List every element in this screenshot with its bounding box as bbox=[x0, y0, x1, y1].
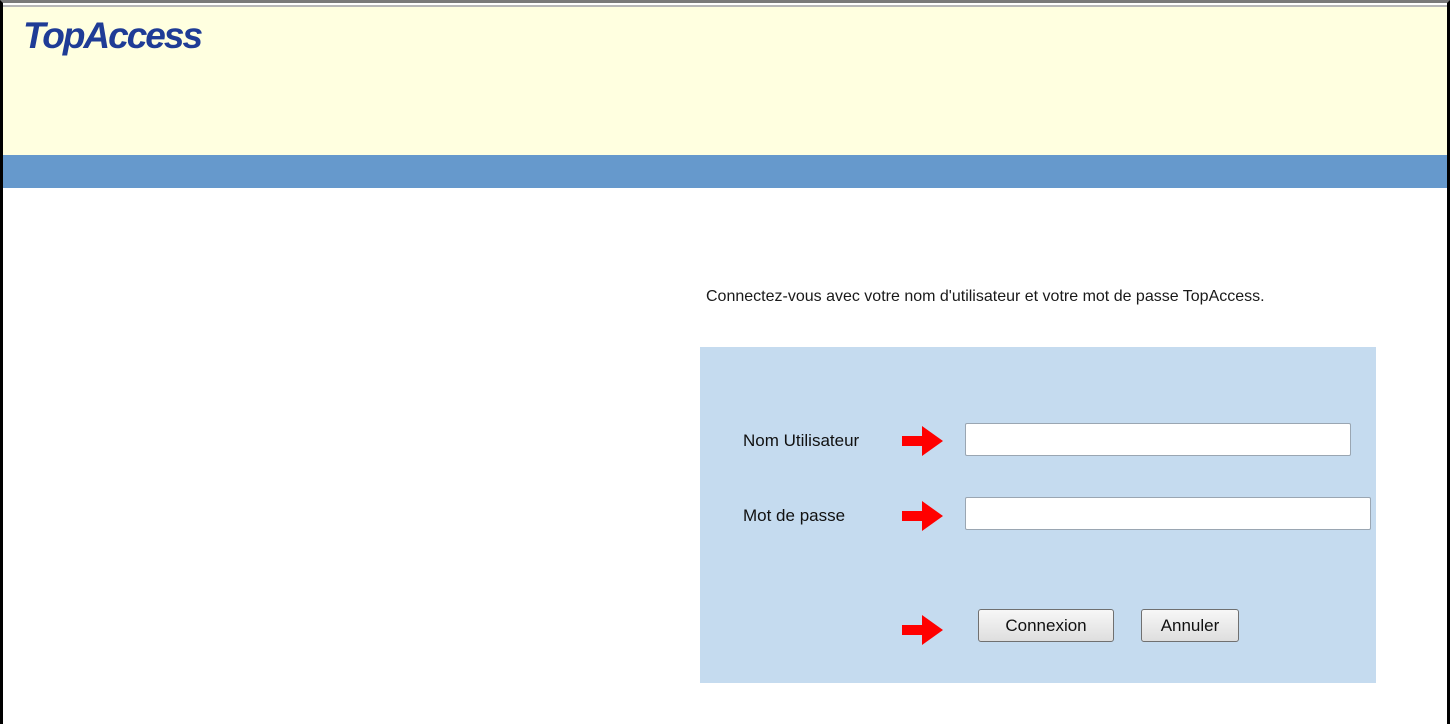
password-input[interactable] bbox=[965, 497, 1371, 530]
password-label: Mot de passe bbox=[743, 506, 846, 525]
login-panel: Nom Utilisateur Mot de passe Connexion A… bbox=[700, 347, 1376, 683]
red-arrow-icon bbox=[902, 615, 943, 645]
red-arrow-icon bbox=[902, 501, 943, 531]
topaccess-logo: TopAccess bbox=[23, 15, 203, 56]
page-frame: TopAccess Connectez-vous avec votre nom … bbox=[0, 0, 1450, 724]
red-arrow-icon bbox=[902, 426, 943, 456]
header-bar bbox=[3, 155, 1447, 188]
login-button[interactable]: Connexion bbox=[978, 609, 1114, 642]
username-label: Nom Utilisateur bbox=[743, 431, 860, 450]
login-instruction: Connectez-vous avec votre nom d'utilisat… bbox=[706, 288, 1265, 305]
cancel-button[interactable]: Annuler bbox=[1141, 609, 1239, 642]
username-input[interactable] bbox=[965, 423, 1351, 456]
header: TopAccess bbox=[3, 5, 1447, 155]
